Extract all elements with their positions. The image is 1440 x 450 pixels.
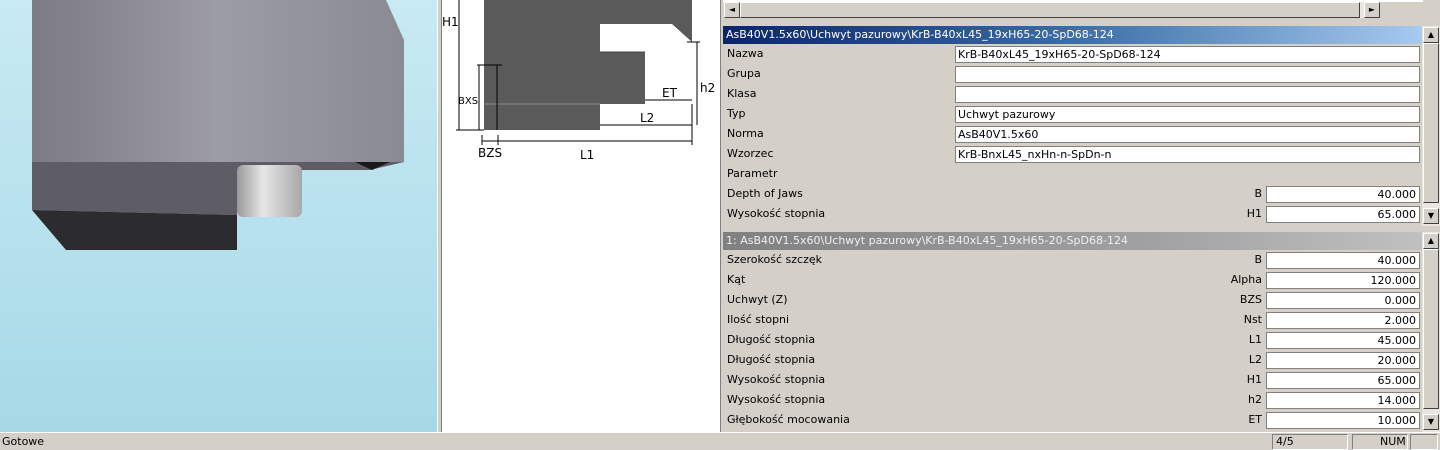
parameter-code: L2: [1248, 353, 1262, 366]
instance-path-header[interactable]: 1: AsB40V1.5x60\Uchwyt pazurowy\KrB-B40x…: [723, 232, 1422, 250]
arrow-down-icon[interactable]: ▼: [1423, 208, 1439, 224]
num-lock-indicator: NUM: [1352, 434, 1408, 450]
tool-parameters: 1: AsB40V1.5x60\Uchwyt pazurowy\KrB-B40x…: [723, 232, 1422, 432]
parameter-code: h2: [1248, 393, 1262, 406]
property-value-field[interactable]: KrB-B40xL45_19xH65-20-SpD68-124: [955, 46, 1420, 63]
parameter-label: Depth of Jaws: [727, 187, 803, 200]
parameter-row: Ilość stopni Nst 2.000: [723, 310, 1422, 330]
dim-label-bzs: BZS: [478, 146, 502, 160]
tool-path-header[interactable]: AsB40V1.5x60\Uchwyt pazurowy\KrB-B40xL45…: [723, 26, 1422, 44]
parameter-value-field[interactable]: 65.000: [1266, 372, 1420, 389]
parameter-code: L1: [1248, 333, 1262, 346]
parameter-code: H1: [1246, 373, 1262, 386]
parameter-row: Depth of Jaws B 40.000: [723, 184, 1422, 204]
parameter-row: Kąt Alpha 120.000: [723, 270, 1422, 290]
parameter-code: B: [1254, 253, 1262, 266]
status-bar: Gotowe 4/5 NUM: [0, 432, 1440, 450]
property-row: Grupa: [723, 64, 1422, 84]
scroll-thumb[interactable]: [740, 2, 1360, 18]
parameter-value-field[interactable]: 45.000: [1266, 332, 1420, 349]
properties-panel: ◄ ► AsB40V1.5x60\Uchwyt pazurowy\KrB-B40…: [723, 0, 1440, 432]
status-message: Gotowe: [2, 435, 45, 448]
arrow-up-icon[interactable]: ▲: [1423, 233, 1439, 249]
page-indicator: 4/5: [1272, 434, 1348, 450]
property-label: Typ: [727, 107, 746, 120]
parameter-code: B: [1254, 187, 1262, 200]
parameter-row: Długość stopnia L1 45.000: [723, 330, 1422, 350]
parameter-value-field[interactable]: 10.000: [1266, 412, 1420, 429]
parameter-label: Głębokość mocowania: [727, 413, 850, 426]
property-row: Norma AsB40V1.5x60: [723, 124, 1422, 144]
property-value-field[interactable]: Uchwyt pazurowy: [955, 106, 1420, 123]
app-window: H1 BXS BZS L1 L2 ET h2 ◄ ► AsB40V1.5x60\…: [0, 0, 1440, 450]
arrow-up-icon[interactable]: ▲: [1423, 27, 1439, 43]
property-label: Wzorzec: [727, 147, 774, 160]
dim-label-bxs: BXS: [458, 96, 478, 107]
parameter-row: Uchwyt (Z) BZS 0.000: [723, 290, 1422, 310]
tool-properties: AsB40V1.5x60\Uchwyt pazurowy\KrB-B40xL45…: [723, 26, 1422, 226]
parameter-code: BZS: [1239, 293, 1262, 306]
parameter-value-field[interactable]: 2.000: [1266, 312, 1420, 329]
parameter-value-field[interactable]: 20.000: [1266, 352, 1420, 369]
parameter-value-field[interactable]: 120.000: [1266, 272, 1420, 289]
property-value-field[interactable]: [955, 86, 1420, 103]
parameter-label: Wysokość stopnia: [727, 393, 826, 406]
parameter-label: Szerokość szczęk: [727, 253, 822, 266]
property-label: Nazwa: [727, 47, 764, 60]
property-value-field[interactable]: AsB40V1.5x60: [955, 126, 1420, 143]
dim-label-et: ET: [662, 86, 678, 100]
parameter-value-field[interactable]: 0.000: [1266, 292, 1420, 309]
parameter-row: Długość stopnia L2 20.000: [723, 350, 1422, 370]
parameter-value-field[interactable]: 40.000: [1266, 252, 1420, 269]
parameter-row: Wysokość stopnia H1 65.000: [723, 204, 1422, 224]
parameter-code: Nst: [1243, 313, 1262, 326]
parameter-label: Uchwyt (Z): [727, 293, 788, 306]
property-label: Klasa: [727, 87, 757, 100]
parameter-label: Długość stopnia: [727, 353, 816, 366]
vertical-scrollbar-2[interactable]: ▲ ▼: [1422, 232, 1440, 432]
3d-model-render: [32, 0, 404, 250]
property-value-field[interactable]: [955, 66, 1420, 83]
3d-viewport[interactable]: [0, 0, 437, 432]
dim-label-l1: L1: [580, 148, 594, 162]
arrow-right-icon[interactable]: ►: [1364, 2, 1380, 18]
horizontal-scrollbar[interactable]: ◄ ►: [723, 0, 1440, 20]
parameter-value-field[interactable]: 14.000: [1266, 392, 1420, 409]
property-row: Wzorzec KrB-BnxL45_nxHn-n-SpDn-n: [723, 144, 1422, 164]
parameter-label: Wysokość stopnia: [727, 373, 826, 386]
parameter-section-label: Parametr: [723, 164, 1422, 184]
property-row: Nazwa KrB-B40xL45_19xH65-20-SpD68-124: [723, 44, 1422, 64]
parameter-row: Wysokość stopnia h2 14.000: [723, 390, 1422, 410]
dim-label-h1: H1: [442, 15, 459, 29]
parameter-code: Alpha: [1230, 273, 1262, 286]
parameter-label: Ilość stopni: [727, 313, 790, 326]
parameter-label: Wysokość stopnia: [727, 207, 826, 220]
parameter-value-field[interactable]: 40.000: [1266, 186, 1420, 203]
parameter-row: Wysokość stopnia H1 65.000: [723, 370, 1422, 390]
vertical-scrollbar-1[interactable]: ▲ ▼: [1422, 26, 1440, 226]
dim-label-h2: h2: [700, 81, 715, 95]
arrow-left-icon[interactable]: ◄: [724, 2, 740, 18]
parameter-code: ET: [1248, 413, 1262, 426]
status-cell-empty: [1410, 434, 1438, 450]
jaw-profile-drawing: H1 BXS BZS L1 L2 ET h2: [442, 0, 715, 162]
parameter-row: Szerokość szczęk B 40.000: [723, 250, 1422, 270]
parameter-value-field[interactable]: 65.000: [1266, 206, 1420, 223]
arrow-down-icon[interactable]: ▼: [1423, 414, 1439, 430]
parameter-code: H1: [1246, 207, 1262, 220]
property-value-field[interactable]: KrB-BnxL45_nxHn-n-SpDn-n: [955, 146, 1420, 163]
property-label: Grupa: [727, 67, 761, 80]
technical-drawing: H1 BXS BZS L1 L2 ET h2: [442, 0, 720, 432]
parameter-row: Głębokość mocowania ET 10.000: [723, 410, 1422, 430]
property-label: Norma: [727, 127, 764, 140]
dim-label-l2: L2: [640, 111, 654, 125]
property-row: Typ Uchwyt pazurowy: [723, 104, 1422, 124]
property-row: Klasa: [723, 84, 1422, 104]
parameter-label: Długość stopnia: [727, 333, 816, 346]
section-label: Parametr: [727, 167, 778, 180]
parameter-label: Kąt: [727, 273, 746, 286]
